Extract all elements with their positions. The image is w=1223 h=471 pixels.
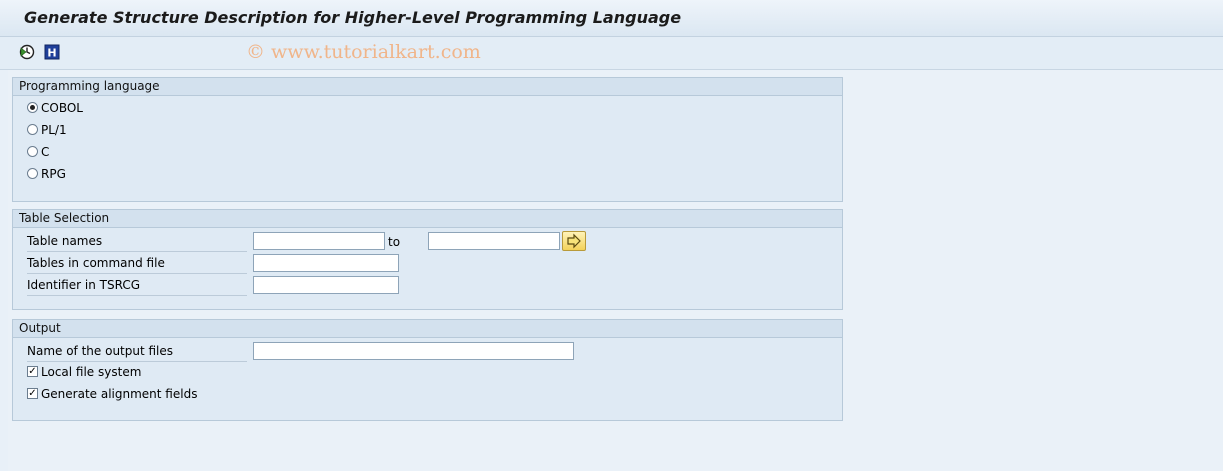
- radio-pl1[interactable]: [27, 124, 38, 135]
- radio-row-pl1[interactable]: PL/1: [13, 120, 842, 142]
- radio-label-rpg: RPG: [41, 167, 66, 181]
- table-selection-group: Table Selection Table names to Tables in…: [12, 209, 843, 310]
- radio-row-rpg[interactable]: RPG: [13, 164, 842, 186]
- command-file-input[interactable]: [253, 254, 399, 272]
- radio-row-c[interactable]: C: [13, 142, 842, 164]
- local-file-system-row[interactable]: ✓ Local file system: [13, 362, 842, 384]
- local-file-system-checkbox[interactable]: ✓: [27, 366, 38, 377]
- application-toolbar: H © www.tutorialkart.com: [0, 37, 1223, 70]
- table-selection-header: Table Selection: [13, 210, 842, 228]
- local-file-system-label: Local file system: [41, 365, 142, 379]
- main-content: Programming language COBOL PL/1 C RPG Ta…: [8, 70, 1223, 471]
- table-names-row: Table names to: [13, 230, 842, 252]
- output-group: Output Name of the output files ✓ Local …: [12, 319, 843, 421]
- alignment-fields-row[interactable]: ✓ Generate alignment fields: [13, 384, 842, 406]
- radio-label-cobol: COBOL: [41, 101, 83, 115]
- radio-c[interactable]: [27, 146, 38, 157]
- watermark-text: © www.tutorialkart.com: [246, 41, 481, 63]
- table-names-label: Table names: [27, 234, 247, 252]
- output-files-row: Name of the output files: [13, 340, 842, 362]
- table-names-from-input[interactable]: [253, 232, 385, 250]
- command-file-label: Tables in command file: [27, 256, 247, 274]
- programming-language-header: Programming language: [13, 78, 842, 96]
- information-icon[interactable]: H: [43, 43, 61, 61]
- identifier-label: Identifier in TSRCG: [27, 278, 247, 296]
- radio-rpg[interactable]: [27, 168, 38, 179]
- to-label: to: [388, 235, 401, 249]
- svg-text:H: H: [47, 47, 56, 60]
- output-header: Output: [13, 320, 842, 338]
- page-title: Generate Structure Description for Highe…: [24, 8, 682, 27]
- alignment-fields-checkbox[interactable]: ✓: [27, 388, 38, 399]
- title-bar: Generate Structure Description for Highe…: [0, 0, 1223, 37]
- arrow-right-icon: [567, 233, 581, 249]
- output-files-input[interactable]: [253, 342, 574, 360]
- multiple-selection-button[interactable]: [562, 231, 586, 251]
- execute-clock-icon[interactable]: [18, 43, 36, 61]
- programming-language-group: Programming language COBOL PL/1 C RPG: [12, 77, 843, 202]
- radio-label-pl1: PL/1: [41, 123, 67, 137]
- radio-label-c: C: [41, 145, 50, 159]
- output-files-label: Name of the output files: [27, 344, 247, 362]
- command-file-row: Tables in command file: [13, 252, 842, 274]
- identifier-row: Identifier in TSRCG: [13, 274, 842, 296]
- alignment-fields-label: Generate alignment fields: [41, 387, 198, 401]
- radio-row-cobol[interactable]: COBOL: [13, 98, 842, 120]
- radio-cobol[interactable]: [27, 102, 38, 113]
- table-names-to-input[interactable]: [428, 232, 560, 250]
- identifier-input[interactable]: [253, 276, 399, 294]
